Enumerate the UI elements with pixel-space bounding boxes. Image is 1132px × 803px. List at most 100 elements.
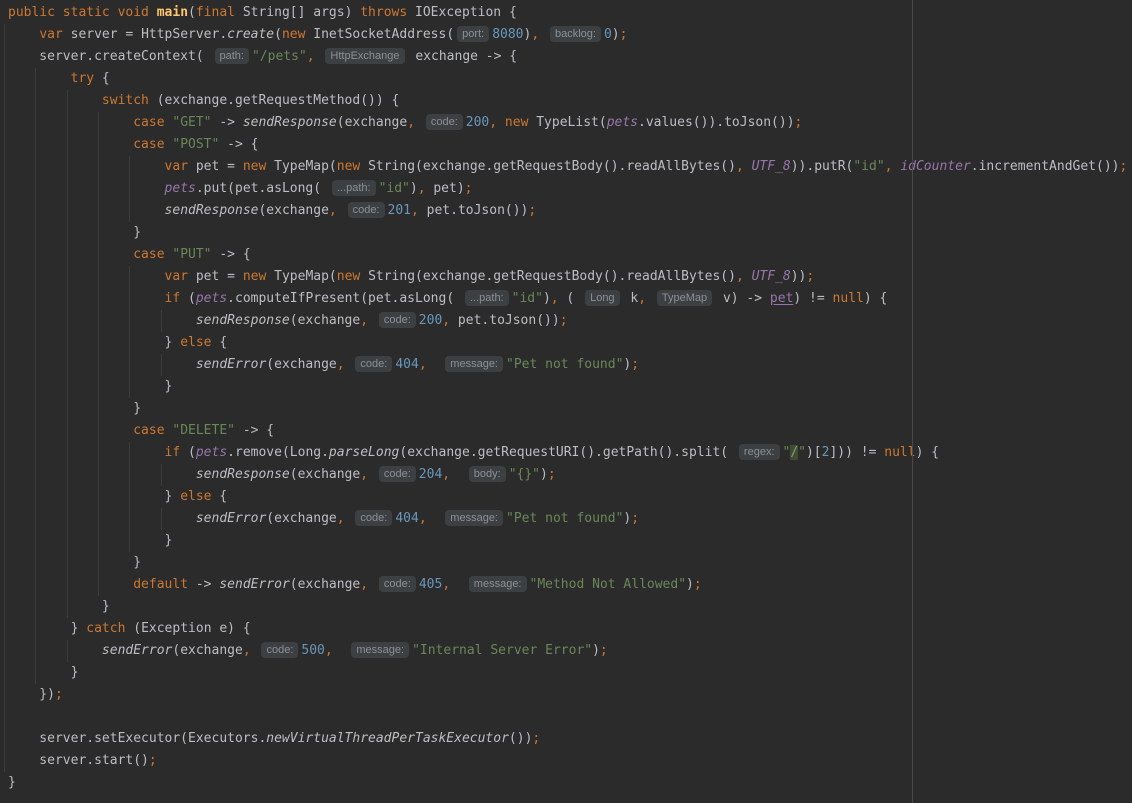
code-token: ; [619, 27, 628, 42]
code-token: pets [195, 291, 228, 306]
code-token: ; [54, 687, 63, 702]
code-line[interactable]: } else { [4, 486, 1132, 508]
indent-guide [4, 574, 5, 596]
indent-guide [160, 354, 162, 376]
parameter-name-hint: path: [214, 48, 249, 64]
indent-guide [35, 486, 37, 508]
indent-guide [160, 464, 162, 486]
code-token: pet.toJson()) [450, 313, 560, 328]
code-token: ) != [793, 291, 833, 306]
indent-guide [97, 552, 99, 574]
code-line[interactable]: } [4, 662, 1132, 684]
code-line[interactable]: sendError(exchange, code: 500, message: "I… [4, 640, 1132, 662]
indent-guide [129, 464, 131, 486]
code-token: (exchange [266, 511, 337, 526]
indent-guide [160, 508, 162, 530]
indent-guide [66, 332, 68, 354]
code-line[interactable]: case "GET" -> sendResponse(exchange, cod… [4, 112, 1132, 134]
code-line[interactable]: sendResponse(exchange, code: 204, body: "{… [4, 464, 1132, 486]
code-token: 404 [395, 511, 419, 526]
code-line[interactable]: case "PUT" -> { [4, 244, 1132, 266]
code-editor[interactable]: public static void main(final String[] a… [0, 0, 1132, 803]
code-token: case [133, 115, 165, 130]
code-token: null [884, 445, 916, 460]
code-token: { [211, 335, 228, 350]
parameter-name-hint: regex: [738, 444, 780, 460]
indent-guide [97, 310, 99, 332]
code-token: , [418, 357, 427, 372]
code-token: ; [631, 511, 640, 526]
code-line[interactable]: case "DELETE" -> { [4, 420, 1132, 442]
indent-guide [35, 68, 37, 90]
indent-guide [97, 486, 99, 508]
indent-guide [4, 706, 5, 728]
code-token: "id" [853, 159, 885, 174]
code-line[interactable]: sendError(exchange, code: 404, message: "P… [4, 354, 1132, 376]
code-token: -> [188, 577, 220, 592]
indent-guide [66, 376, 68, 398]
code-line[interactable]: try { [4, 68, 1132, 90]
indent-guide [66, 112, 68, 134]
code-token: , [442, 467, 451, 482]
code-line[interactable]: server.createContext( path: "/pets", Http… [4, 46, 1132, 68]
code-line[interactable]: sendResponse(exchange, code: 201, pet.toJ… [4, 200, 1132, 222]
code-line[interactable]: } [4, 222, 1132, 244]
code-token: k [622, 291, 639, 306]
indent-guide [129, 178, 131, 200]
code-line[interactable]: switch (exchange.getRequestMethod()) { [4, 90, 1132, 112]
code-line[interactable]: server.start(); [4, 750, 1132, 772]
code-token: ; [547, 467, 556, 482]
indent-guide [4, 552, 5, 574]
code-line[interactable]: if (pets.remove(Long.parseLong(exchange.… [4, 442, 1132, 464]
code-line[interactable]: } [4, 596, 1132, 618]
code-line[interactable]: sendError(exchange, code: 404, message: "P… [4, 508, 1132, 530]
code-line[interactable]: } else { [4, 332, 1132, 354]
code-line[interactable]: sendResponse(exchange, code: 200, pet.toJ… [4, 310, 1132, 332]
code-token: ) [540, 467, 548, 482]
code-area[interactable]: public static void main(final String[] a… [4, 2, 1132, 794]
code-token: "POST" [172, 137, 220, 152]
code-token: , [336, 357, 345, 372]
code-line[interactable]: default -> sendError(exchange, code: 405,… [4, 574, 1132, 596]
code-token: if [164, 291, 181, 306]
code-line[interactable]: server.setExecutor(Executors.newVirtualT… [4, 728, 1132, 750]
indent-guide [97, 134, 99, 156]
indent-guide [35, 530, 37, 552]
code-token: , [242, 643, 251, 658]
code-token: ( [274, 27, 282, 42]
code-token: (exchange [289, 467, 361, 482]
indent-guide [35, 442, 37, 464]
code-token: , [735, 269, 744, 284]
code-line[interactable]: public static void main(final String[] a… [8, 2, 1132, 24]
code-line[interactable]: } catch (Exception e) { [4, 618, 1132, 640]
code-token: switch [101, 93, 149, 108]
code-token: , [489, 115, 498, 130]
indent-guide [4, 662, 5, 684]
code-line[interactable]: } [8, 772, 1132, 794]
code-line[interactable]: var server = HttpServer.create(new InetS… [4, 24, 1132, 46]
code-token: final [195, 5, 235, 20]
parameter-name-hint: code: [378, 312, 416, 328]
code-line[interactable]: var pet = new TypeMap(new String(exchang… [4, 156, 1132, 178]
code-line[interactable]: } [4, 398, 1132, 420]
code-line[interactable]: var pet = new TypeMap(new String(exchang… [4, 266, 1132, 288]
code-line[interactable] [4, 706, 1132, 728]
code-line[interactable]: } [4, 552, 1132, 574]
code-token: , [360, 467, 369, 482]
code-line[interactable]: }); [4, 684, 1132, 706]
code-line[interactable]: pets.put(pet.asLong( ...path: "id"), pet)… [4, 178, 1132, 200]
code-token: var [164, 159, 189, 174]
code-line[interactable]: } [4, 376, 1132, 398]
code-line[interactable]: if (pets.computeIfPresent(pet.asLong( ..… [4, 288, 1132, 310]
code-line[interactable]: case "POST" -> { [4, 134, 1132, 156]
code-line[interactable]: } [4, 530, 1132, 552]
code-token: pet = [188, 269, 243, 284]
